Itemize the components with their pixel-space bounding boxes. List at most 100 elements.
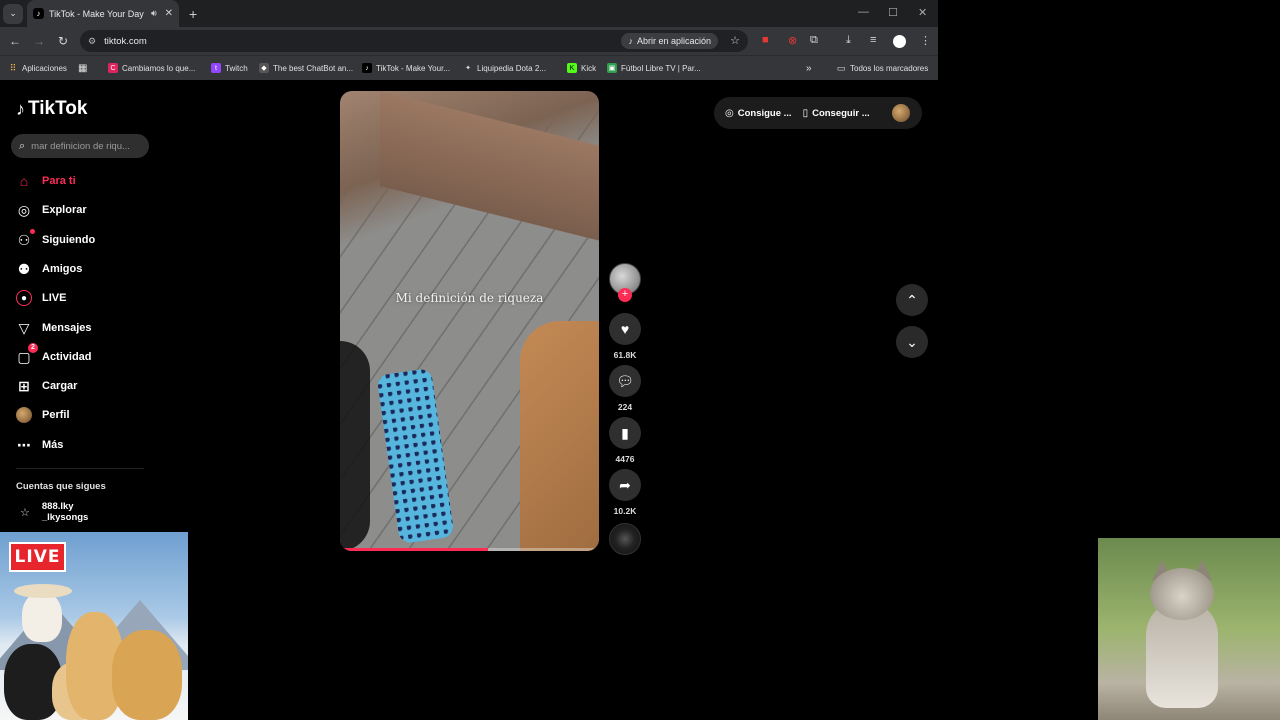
nav-live[interactable]: ● LIVE bbox=[16, 290, 66, 306]
video-progress-bar[interactable] bbox=[340, 548, 599, 551]
tiktok-logo[interactable]: ♪ TikTok bbox=[16, 98, 87, 120]
activity-badge: 2 bbox=[28, 343, 38, 353]
bookmark-item[interactable]: ⠿ Aplicaciones bbox=[8, 63, 67, 73]
menu-kebab-icon[interactable]: ⋮ bbox=[920, 34, 931, 47]
search-placeholder: mar definicion de riqu... bbox=[31, 140, 130, 152]
chatbot-icon: ◆ bbox=[259, 63, 269, 73]
save-button[interactable]: ▮ 4476 bbox=[609, 417, 641, 464]
back-icon[interactable]: ← bbox=[3, 34, 27, 48]
kick-icon: K bbox=[567, 63, 577, 73]
save-count: 4476 bbox=[615, 454, 635, 464]
live-badge: LIVE bbox=[9, 542, 66, 572]
stream-overlay-kitten bbox=[1098, 538, 1280, 720]
video-frame-dog bbox=[520, 321, 599, 551]
window-close-icon[interactable]: ✕ bbox=[918, 6, 927, 19]
nav-cargar[interactable]: ⊞ Cargar bbox=[16, 378, 77, 394]
video-frame-wall bbox=[380, 91, 599, 241]
site-info-icon[interactable]: ⚙ bbox=[88, 36, 96, 47]
minimize-icon[interactable]: — bbox=[858, 6, 869, 18]
reload-icon[interactable]: ↻ bbox=[51, 34, 75, 48]
get-app-button[interactable]: ▯ Conseguir ... bbox=[803, 108, 870, 119]
account-name: 888.lky bbox=[41, 501, 74, 512]
nav-para-ti[interactable]: ⌂ Para ti bbox=[16, 173, 76, 189]
nav-explorar[interactable]: ◎ Explorar bbox=[16, 202, 87, 218]
heart-icon: ♥ bbox=[609, 313, 641, 345]
like-button[interactable]: ♥ 61.8K bbox=[609, 313, 641, 360]
nav-mensajes[interactable]: ▽ Mensajes bbox=[16, 320, 92, 336]
music-disc-icon[interactable] bbox=[609, 523, 641, 555]
following-accounts-heading: Cuentas que sigues bbox=[16, 481, 106, 492]
tiktok-note-icon: ♪ bbox=[16, 98, 25, 119]
chevron-up-icon: ⌃ bbox=[906, 291, 918, 308]
forward-icon[interactable]: → bbox=[27, 34, 51, 48]
nav-mas[interactable]: ⋯ Más bbox=[16, 437, 63, 453]
video-caption: Mi definición de riqueza bbox=[395, 291, 544, 305]
bookmarks-overflow-button[interactable]: » bbox=[806, 63, 812, 74]
liquipedia-icon: ✦ bbox=[465, 65, 471, 72]
bookmark-star-icon[interactable]: ☆ bbox=[730, 34, 740, 47]
new-dot-badge bbox=[30, 229, 35, 234]
stream-overlay-puppies: LIVE bbox=[0, 532, 188, 720]
bookmark-item[interactable]: K Kick bbox=[567, 63, 596, 73]
maximize-icon[interactable]: ☐ bbox=[888, 6, 898, 19]
share-count: 10.2K bbox=[613, 506, 637, 516]
video-frame-shadow bbox=[340, 341, 370, 551]
tab-close-icon[interactable]: ✕ bbox=[165, 8, 173, 19]
bookmark-item[interactable]: ▣ Fútbol Libre TV | Par... bbox=[607, 63, 701, 73]
followed-account-item[interactable]: ☆ 888.lky _lkysongs bbox=[20, 501, 88, 523]
profile-icon[interactable] bbox=[893, 35, 906, 48]
apps-grid-icon: ⠿ bbox=[9, 62, 17, 73]
address-bar[interactable]: ⚙ tiktok.com ♪ Abrir en aplicación ☆ bbox=[80, 30, 748, 52]
open-in-app-label: Abrir en aplicación bbox=[636, 36, 711, 46]
bookmark-item[interactable]: t Twitch bbox=[211, 63, 248, 73]
extensions-puzzle-icon[interactable]: ⧉ bbox=[810, 34, 818, 47]
overlay-puppy-golden-right bbox=[112, 630, 182, 720]
video-progress-fill bbox=[340, 548, 488, 551]
next-video-button[interactable]: ⌄ bbox=[896, 326, 928, 358]
overlay-kitten-head bbox=[1150, 568, 1214, 620]
new-tab-icon[interactable]: + bbox=[189, 6, 197, 22]
creator-avatar[interactable]: + bbox=[609, 263, 641, 302]
account-handle: _lkysongs bbox=[41, 512, 89, 523]
twitch-icon: t bbox=[211, 63, 221, 73]
video-player[interactable]: Mi definición de riqueza bbox=[340, 91, 599, 551]
bookmarks-bar: ⠿ Aplicaciones ▦ C Cambiamos lo que... t… bbox=[0, 55, 938, 80]
share-button[interactable]: ➦ 10.2K bbox=[609, 469, 641, 516]
tiktok-favicon-icon: ♪ bbox=[33, 8, 44, 19]
download-icon[interactable]: ⤓ bbox=[846, 34, 851, 47]
bookmark-item[interactable]: C Cambiamos lo que... bbox=[108, 63, 195, 73]
nav-actividad[interactable]: ▢ 2 Actividad bbox=[16, 343, 92, 365]
user-avatar[interactable] bbox=[892, 104, 910, 122]
bookmark-item[interactable]: ✦ Liquipedia Dota 2... bbox=[463, 63, 546, 73]
browser-tab[interactable]: ♪ TikTok - Make Your Day 🔊︎ ✕ bbox=[27, 0, 179, 27]
get-coins-button[interactable]: ◎ Consigue ... bbox=[725, 108, 792, 119]
follow-plus-icon[interactable]: + bbox=[618, 288, 632, 302]
all-bookmarks-button[interactable]: ▭ Todos los marcadores bbox=[836, 62, 929, 73]
nav-siguiendo[interactable]: ⚇ Siguiendo bbox=[16, 229, 95, 248]
live-icon: ● bbox=[16, 290, 32, 306]
comment-button[interactable]: 💬︎ 224 bbox=[609, 365, 641, 412]
bookmark-item[interactable]: ♪ TikTok - Make Your... bbox=[362, 63, 450, 73]
media-control-icon[interactable]: ≡ bbox=[870, 34, 876, 46]
bookmark-item[interactable]: ◆ The best ChatBot an... bbox=[259, 63, 353, 73]
extension-close-icon[interactable]: ⊗ bbox=[788, 34, 797, 47]
tiktok-small-icon: ♪ bbox=[628, 36, 633, 46]
extension-red-icon[interactable]: ■ bbox=[762, 34, 769, 46]
overlay-puppy-white bbox=[22, 592, 62, 642]
nav-perfil[interactable]: Perfil bbox=[16, 407, 70, 423]
coin-icon: ◎ bbox=[725, 107, 734, 119]
phone-icon: ▯ bbox=[802, 107, 809, 119]
search-icon: ⌕ bbox=[19, 139, 26, 152]
tab-search-icon[interactable]: ⌄ bbox=[3, 3, 23, 24]
folder-icon: ▭ bbox=[836, 62, 846, 73]
futbol-icon: ▣ bbox=[607, 63, 617, 73]
search-input[interactable]: ⌕ mar definicion de riqu... bbox=[11, 134, 149, 158]
nav-amigos[interactable]: ⚉ Amigos bbox=[16, 261, 83, 277]
following-icon: ⚇ bbox=[16, 229, 35, 248]
tab-audio-icon[interactable]: 🔊︎ bbox=[151, 8, 157, 19]
profile-avatar bbox=[16, 407, 32, 423]
tab-title: TikTok - Make Your Day bbox=[49, 8, 144, 19]
previous-video-button[interactable]: ⌃ bbox=[896, 284, 928, 316]
reading-list-icon[interactable]: ▦ bbox=[78, 63, 87, 74]
open-in-app-button[interactable]: ♪ Abrir en aplicación bbox=[621, 33, 718, 49]
